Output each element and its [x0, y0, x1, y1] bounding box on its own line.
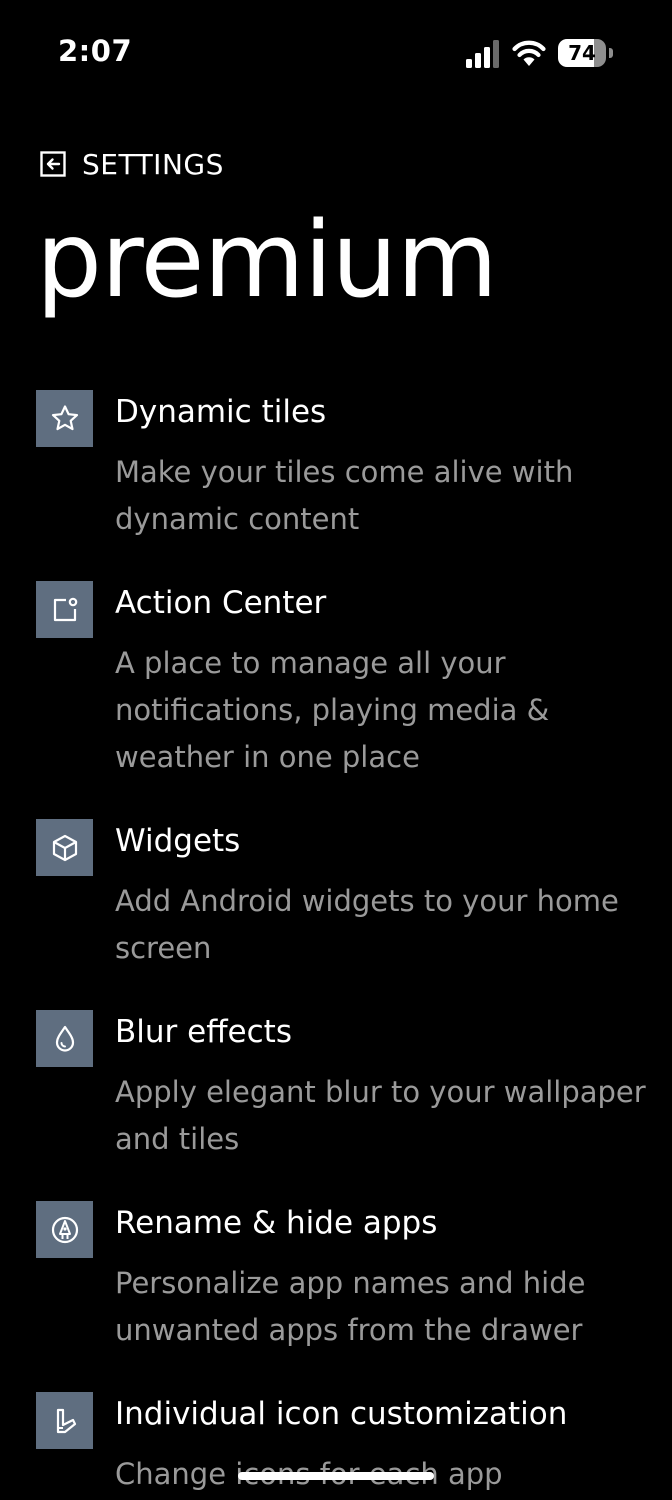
feature-description: A place to manage all your notifications…: [115, 646, 550, 774]
feature-title: Rename & hide apps: [115, 1205, 438, 1241]
feature-list: Dynamic tiles Make your tiles come alive…: [0, 0, 672, 1500]
drop-icon: [55, 1025, 74, 1052]
notification-icon: [53, 597, 77, 621]
cube-icon: [52, 834, 77, 861]
star-icon: [51, 404, 78, 430]
home-indicator[interactable]: [238, 1472, 434, 1480]
feature-description: Personalize app names and hide unwanted …: [115, 1266, 586, 1347]
feature-description: Make your tiles come alive with dynamic …: [115, 455, 574, 536]
feature-description: Add Android widgets to your home screen: [115, 884, 619, 965]
feature-title: Widgets: [115, 823, 241, 859]
feature-title: Action Center: [115, 585, 327, 621]
feature-title: Blur effects: [115, 1014, 292, 1050]
pen-icon: [51, 1216, 78, 1243]
feature-description: Apply elegant blur to your wallpaper and…: [115, 1075, 646, 1156]
feature-title: Individual icon customization: [115, 1396, 568, 1432]
brush-icon: [56, 1408, 76, 1433]
feature-title: Dynamic tiles: [115, 394, 327, 430]
